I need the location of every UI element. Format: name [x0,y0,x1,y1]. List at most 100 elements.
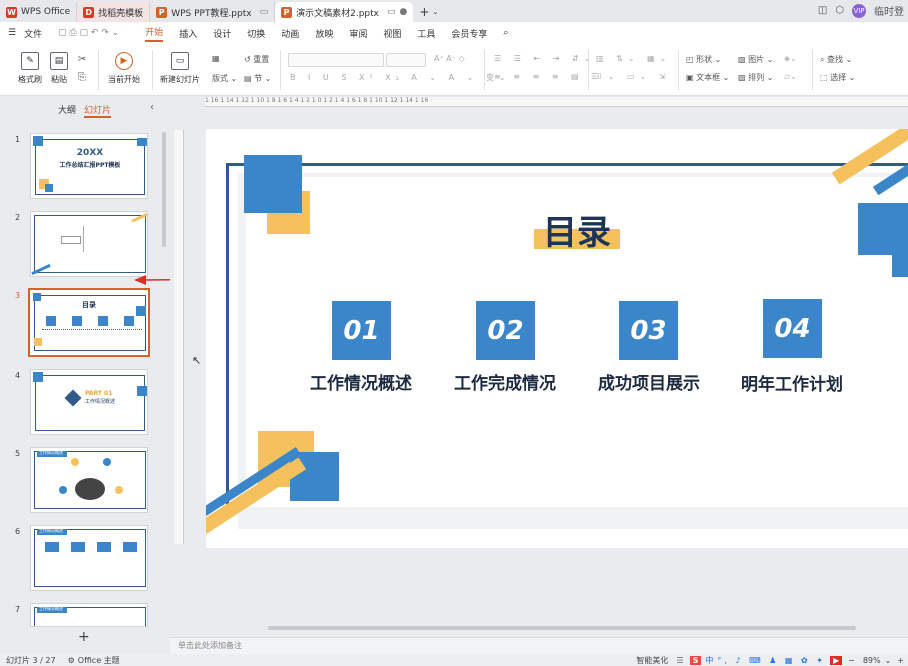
item-label-2: 工作完成情况 [454,374,556,394]
horizontal-ruler: 1 16 1 14 1 12 1 10 1 8 1 6 1 4 1 2 1 0 … [205,97,908,107]
zoom-in-icon[interactable]: + [897,656,904,665]
collapse-icon[interactable]: ‹ [150,102,154,113]
wps-logo-icon: W [6,6,17,18]
reset-button[interactable]: ↺ 重置 [244,54,269,65]
hamburger-icon[interactable]: ☰ [8,28,16,38]
play-slideshow-icon[interactable]: ▶ [829,655,843,665]
font-size-select[interactable] [386,53,426,67]
menu-file[interactable]: 文件 [24,27,42,40]
scissors-icon[interactable]: ✂ [78,54,86,65]
thumb-title: PART 01 [85,390,113,397]
play-icon: ▶ [115,52,133,70]
tab-wps-home[interactable]: W WPS Office [0,2,78,22]
arrange-button[interactable]: ▧ 排列 ⌄ [738,72,773,83]
paste-button[interactable]: ▤ 粘贴 [50,52,68,85]
ime-lang[interactable]: 中 [705,655,713,666]
search-icon[interactable]: ⌕ [503,28,508,38]
slide-thumb-1[interactable]: 20XX 工作总结汇报PPT模板 [30,133,148,199]
ribbon-label: 节 [254,74,263,83]
paragraph-align-buttons[interactable]: ≡ ≡ ≡ ≡ ▤ ☰ [494,72,603,81]
tab-label: WPS PPT教程.pptx [171,8,252,19]
layout-button[interactable]: 版式 ⌄ [212,73,237,84]
font-size-buttons[interactable]: A⁺ A⁻ ◇ [434,54,465,63]
add-slide-button[interactable]: + [78,629,90,645]
zoom-dropdown-icon[interactable]: ⌄ [885,656,892,665]
find-button[interactable]: ⌕ 查找 ⌄ [820,54,852,65]
item-label-4: 明年工作计划 [741,375,843,395]
menu-transition[interactable]: 切换 [247,27,265,40]
text-direction-buttons[interactable]: ⇩⌄ ▭⌄ ⇲ [596,72,670,81]
zoom-out-icon[interactable]: − [848,656,855,665]
close-icon[interactable]: ● [400,7,408,17]
menu-vip[interactable]: 会员专享 [451,27,487,40]
menu-view[interactable]: 视图 [383,27,401,40]
item-label-3: 成功项目展示 [598,374,700,394]
new-tab-button[interactable]: + ⌄ [413,2,444,22]
theme-name[interactable]: Office 主题 [78,655,120,666]
slide-canvas[interactable]: 目录 01 02 03 04 工作情况概述 工作完成情况 成功项目展示 明年工作… [206,129,908,548]
slide-thumb-5[interactable]: 工作情况概述 [30,447,148,513]
menu-home[interactable]: 开始 [145,25,164,42]
picture-button[interactable]: ▨ 图片 ⌄ [738,54,773,65]
from-current-button[interactable]: ▶ 当前开始 [108,52,140,85]
tab-bar: W WPS Office D 找稻壳模板 P WPS PPT教程.pptx ▭ … [0,0,908,22]
format-painter-button[interactable]: ✎ 格式刷 [18,52,42,85]
text-format-buttons[interactable]: B I U S X² X₂ A ⌄ A ⌄ 变⌄ [290,72,511,83]
columns-buttons[interactable]: ▥ ⇅⌄ ▦⌄ [596,54,671,63]
slide-thumb-6[interactable]: 工作情况概述 [30,525,148,591]
slide-thumb-7[interactable]: 工作情况概述 [30,603,148,627]
notes-toggle-icon[interactable]: ☰ [676,656,683,665]
tab-ppt-tutorial[interactable]: P WPS PPT教程.pptx ▭ [150,2,276,22]
tab-templates[interactable]: D 找稻壳模板 [77,2,151,22]
shape-button[interactable]: ◰ 形状 ⌄ [686,54,721,65]
copy-icon[interactable]: ⎘ [78,72,86,83]
zoom-level[interactable]: 89% [863,656,881,665]
ime-tools-icons[interactable]: °, ♪ ⌨ ♟ ▦ ✿ ✦ [717,656,826,665]
thumb-number: 2 [15,213,21,222]
cube-icon[interactable]: ⬡ [835,5,844,16]
ribbon-label: 查找 [827,55,844,64]
select-button[interactable]: ⬚ 选择 ⌄ [820,72,855,83]
thumb-number: 1 [15,135,21,144]
textbox-button[interactable]: ▣ 文本框 ⌄ [686,72,729,83]
font-family-select[interactable] [288,53,384,67]
slide-thumb-2[interactable] [30,211,148,277]
paragraph-list-buttons[interactable]: ☰ ☰ ⇤ ⇥ ⇵⌄ [494,54,595,63]
theme-icon: ⚙ [67,655,75,665]
tab-outline[interactable]: 大纲 [58,103,76,118]
menu-review[interactable]: 审阅 [349,27,367,40]
thumb-title: 20XX [76,148,104,158]
slide-thumb-3[interactable]: 目录 [28,288,150,357]
status-bar: 幻灯片 3 / 27 ⚙ Office 主题 智能美化 ☰ S 中 °, ♪ ⌨… [0,654,908,666]
monitor-icon[interactable]: ▭ [387,7,396,17]
thumb-subtitle: 工作总结汇报PPT模板 [59,162,121,169]
monitor-icon[interactable]: ▭ [260,7,269,17]
slide-thumb-4[interactable]: PART 01 工作情况概述 [30,369,148,435]
menu-slideshow[interactable]: 放映 [315,27,333,40]
new-slide-button[interactable]: ▭ 新建幻灯片 [160,52,200,85]
layout-icon[interactable]: ◫ [818,5,827,16]
menu-tools[interactable]: 工具 [417,27,435,40]
new-slide-icon: ▭ [171,52,189,70]
thumbs-scrollbar[interactable] [162,132,166,247]
section-button[interactable]: ▤ 节 ⌄ [244,73,271,84]
blue-square [244,155,302,213]
beautify-button[interactable]: 智能美化 [636,655,668,666]
avatar[interactable]: VIP [852,3,866,18]
ime-logo-icon[interactable]: S [689,655,702,665]
ribbon-label: 图片 [748,55,765,64]
toolbar-quick-icons[interactable]: ▢ ⎙ ▢ ↶ ↷ ⌄ [58,28,119,38]
slide-title: 目录 [543,214,611,252]
outline-icon[interactable]: ▱⌄ [784,72,797,81]
menu-animation[interactable]: 动画 [281,27,299,40]
cursor-icon: ↖ [192,354,202,367]
tab-slides[interactable]: 幻灯片 [84,103,112,118]
layout-icon[interactable]: ▦ [212,54,220,63]
menu-design[interactable]: 设计 [213,27,231,40]
username[interactable]: 临时登 [874,3,904,18]
horizontal-scrollbar[interactable] [268,626,856,630]
tab-demo-material[interactable]: P 演示文稿素材2.pptx ▭ ● [275,2,414,22]
notes-area[interactable]: 单击此处添加备注 [170,637,908,654]
menu-insert[interactable]: 插入 [179,27,197,40]
fill-icon[interactable]: ◈⌄ [784,54,797,63]
